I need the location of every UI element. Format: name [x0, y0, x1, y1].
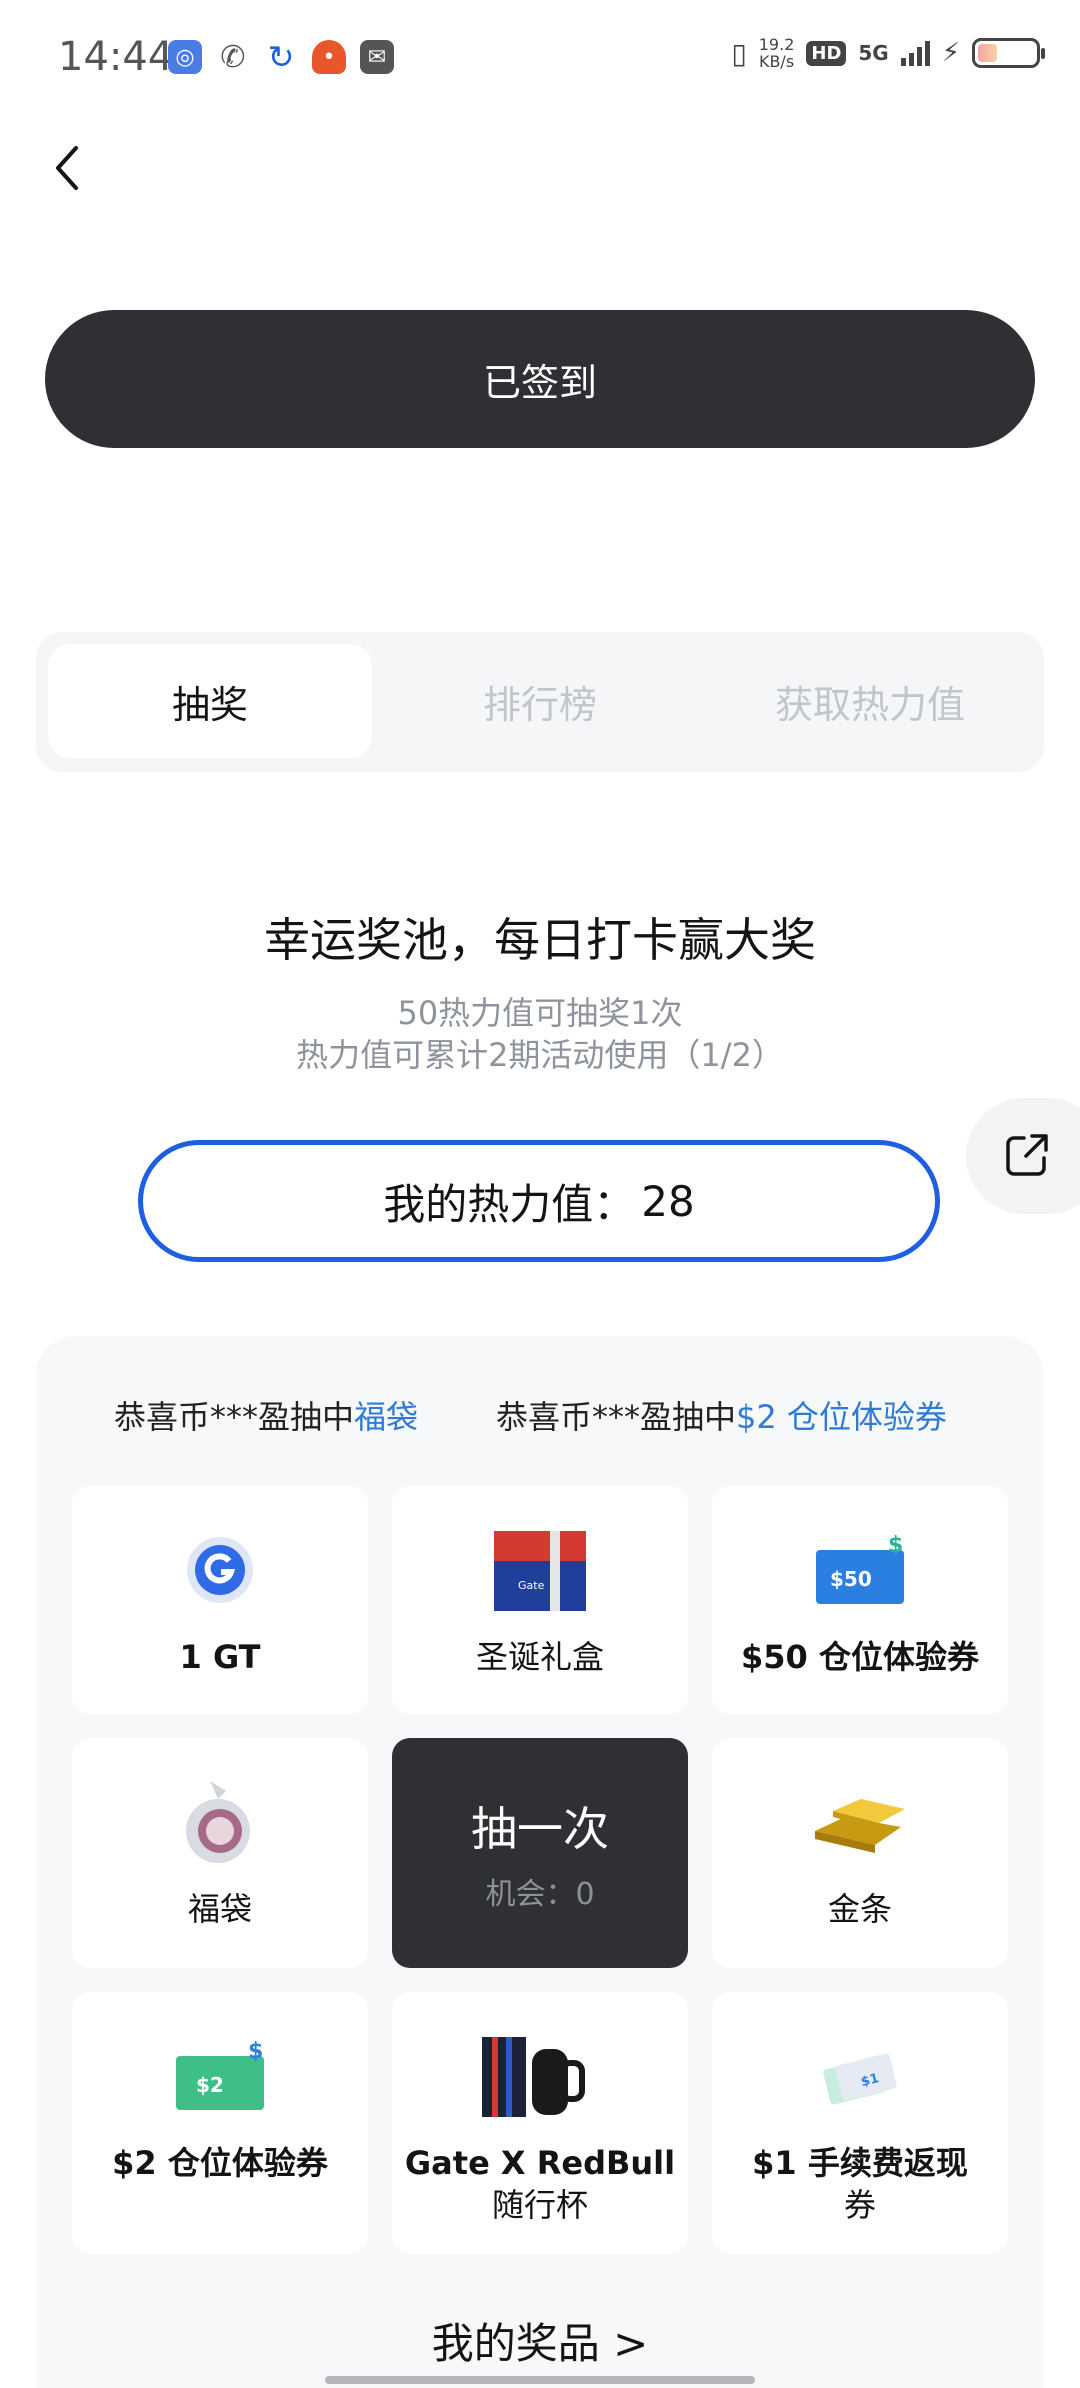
prize-card-gold-bar: 金条	[712, 1738, 1008, 1968]
svg-text:Gate: Gate	[518, 1579, 545, 1592]
prize-card-redbull-cup: Gate X RedBull 随行杯	[392, 1992, 688, 2254]
heat-label: 我的热力值：	[383, 1179, 636, 1229]
prize-card-gt: 1 GT	[72, 1486, 368, 1714]
prize-label: 福袋	[187, 1890, 252, 1928]
tab-leaderboard[interactable]: 排行榜	[378, 644, 702, 758]
back-button[interactable]	[42, 140, 98, 196]
prize-label: $1 手续费返现	[752, 2144, 968, 2182]
vibrate-icon: ▯	[731, 36, 747, 70]
prize-label-line2: 随行杯	[491, 2186, 588, 2224]
prize-card-fee-rebate: $1 $1 手续费返现 券	[712, 1992, 1008, 2254]
prize-card-gift-box: Gate 圣诞礼盒	[392, 1486, 688, 1714]
tumbler-cup-icon	[480, 2030, 600, 2122]
signal-icon	[900, 40, 930, 66]
draw-label: 抽一次	[471, 1802, 609, 1856]
prize-label: 金条	[827, 1890, 892, 1928]
notification-icons: ◎ ✆ ↻ • ✉	[168, 38, 394, 76]
prize-label: 圣诞礼盒	[475, 1638, 604, 1676]
gift-box-icon: Gate	[490, 1524, 590, 1616]
lottery-rule-accumulate: 热力值可累计2期活动使用（1/2）	[296, 1036, 784, 1074]
network-speed: 19.2 KB/s	[758, 35, 795, 71]
share-icon	[1006, 1134, 1048, 1176]
battery-level	[978, 44, 997, 62]
refresh-app-icon: ↻	[267, 38, 295, 76]
tab-lottery[interactable]: 抽奖	[48, 644, 372, 758]
prize-label: 1 GT	[179, 1638, 261, 1676]
lottery-headline: 幸运奖池，每日打卡赢大奖	[264, 913, 816, 967]
signed-in-button[interactable]: 已签到	[45, 310, 1035, 448]
tab-get-heat[interactable]: 获取热力值	[708, 644, 1032, 758]
svg-text:$2: $2	[196, 2073, 224, 2097]
prize-card-lucky-bag: 福袋	[72, 1738, 368, 1968]
prize-label-line2: 券	[843, 2186, 876, 2224]
gold-bar-icon	[805, 1776, 915, 1868]
wechat-icon: ✆	[220, 39, 246, 75]
home-indicator[interactable]	[325, 2376, 755, 2384]
prize-card-coupon-2: $2 $ $2 仓位体验券	[72, 1992, 368, 2254]
taobao-icon: •	[312, 40, 346, 74]
share-button[interactable]	[966, 1098, 1080, 1214]
tab-bar: 抽奖 排行榜 获取热力值	[36, 632, 1044, 772]
coupon-2-icon: $2 $	[170, 2030, 270, 2122]
prize-label: $2 仓位体验券	[112, 2144, 328, 2182]
status-bar: 14:44 ◎ ✆ ↻ • ✉ ▯ 19.2 KB/s HD 5G ⚡	[0, 0, 1080, 120]
my-prizes-link[interactable]: 我的奖品 >	[0, 2310, 1080, 2371]
system-indicators: ▯ 19.2 KB/s HD 5G ⚡	[731, 35, 1045, 71]
battery-icon	[972, 38, 1045, 68]
mail-icon: ✉	[360, 40, 394, 74]
chevron-left-icon	[56, 146, 78, 190]
coupon-50-icon: $50 $	[810, 1524, 910, 1616]
draw-chances: 机会：0	[485, 1877, 595, 1912]
gt-coin-icon	[185, 1524, 255, 1616]
svg-text:$50: $50	[830, 1567, 872, 1591]
prize-card-coupon-50: $50 $ $50 仓位体验券	[712, 1486, 1008, 1714]
lucky-bag-icon	[180, 1776, 260, 1868]
heat-value: 28	[641, 1176, 695, 1226]
network-type: 5G	[858, 41, 889, 65]
winner-ticker-item: 恭喜币***盈抽中福袋	[114, 1398, 419, 1436]
fee-rebate-coupon-icon: $1	[820, 2030, 900, 2122]
charging-icon: ⚡	[941, 38, 960, 68]
my-heat-value: 我的热力值： 28	[138, 1140, 940, 1262]
status-time: 14:44	[58, 34, 174, 80]
svg-text:$: $	[888, 1533, 903, 1558]
prize-label: Gate X RedBull	[404, 2144, 676, 2182]
svg-text:$: $	[248, 2039, 263, 2064]
prize-label: $50 仓位体验券	[741, 1638, 979, 1676]
lottery-rule-cost: 50热力值可抽奖1次	[397, 994, 683, 1032]
gate-app-icon: ◎	[168, 40, 202, 74]
draw-once-button[interactable]: 抽一次 机会：0	[392, 1738, 688, 1968]
hd-badge: HD	[806, 40, 847, 66]
winner-ticker-item: 恭喜币***盈抽中$2 仓位体验券	[496, 1398, 947, 1436]
